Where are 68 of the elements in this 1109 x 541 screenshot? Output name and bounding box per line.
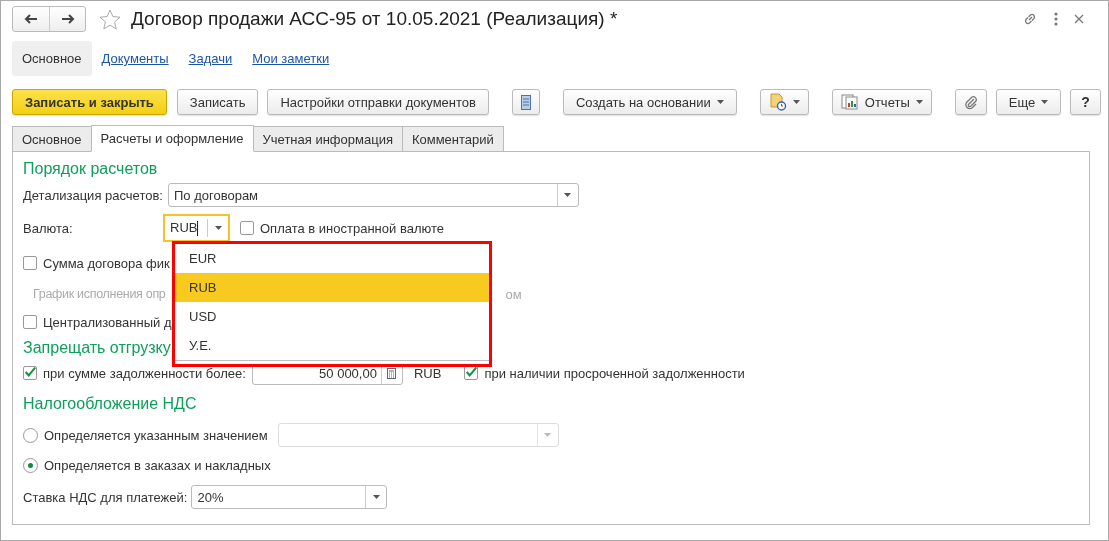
caret-icon (716, 100, 724, 104)
nav-link[interactable]: Мои заметки (242, 41, 340, 76)
nav-link[interactable]: Основное (12, 41, 92, 76)
tab[interactable]: Комментарий (401, 126, 504, 152)
window-title: Договор продажи АСС-95 от 10.05.2021 (Реализация) * (131, 8, 618, 30)
tab[interactable]: Расчеты и оформление (90, 125, 254, 152)
link-icon[interactable] (1022, 11, 1038, 27)
radio-button[interactable] (23, 427, 38, 443)
checkbox[interactable] (240, 221, 254, 235)
caret-icon (792, 100, 800, 104)
dropdown-option[interactable]: RUB (175, 273, 489, 302)
list-icon (520, 94, 531, 110)
section-heading: Налогообложение НДС (23, 394, 197, 414)
currency-field[interactable]: RUB (163, 214, 230, 242)
field-label: Ставка НДС для платежей: (23, 489, 188, 505)
schedule-label: График исполнения опр (33, 287, 166, 301)
paperclip-icon (963, 94, 978, 110)
toolbar-button[interactable]: Записать (176, 89, 259, 115)
caret-icon (1041, 100, 1049, 104)
right-arrow-icon (60, 14, 75, 24)
save-and-close-button[interactable]: Записать и закрыть (12, 89, 167, 115)
caret-icon (544, 433, 552, 437)
radio-label: Определяется в заказах и накладных (44, 457, 271, 473)
select-field[interactable]: 20% (191, 485, 388, 509)
checkbox-label: Оплата в иностранной валюте (260, 220, 444, 236)
nav-link[interactable]: Задачи (178, 41, 243, 76)
checkbox-label: Сумма договора фик (43, 255, 170, 271)
radio-button[interactable] (23, 457, 38, 473)
select-field[interactable]: По договорам (168, 183, 579, 207)
tab[interactable]: Учетная информация (252, 126, 403, 152)
menu-button[interactable]: Еще (995, 89, 1062, 115)
dropdown-option[interactable]: USD (175, 302, 489, 331)
currency-label: RUB (413, 365, 442, 381)
document-menu-button[interactable] (759, 89, 809, 115)
section-heading: Запрещать отгрузку (23, 338, 171, 358)
dropdown-option[interactable]: EUR (175, 244, 489, 273)
calculator-icon (387, 367, 397, 379)
document-clock-icon (768, 93, 787, 111)
more-icon[interactable] (1054, 12, 1058, 26)
caret-icon (214, 226, 222, 230)
caret-icon (564, 193, 572, 197)
dropdown-option[interactable]: У.Е. (175, 331, 489, 360)
toolbar-button[interactable]: Настройки отправки документов (267, 89, 489, 115)
attach-button[interactable] (954, 89, 987, 115)
field-label: Детализация расчетов: (23, 187, 163, 203)
checkbox-label: при наличии просроченной задолженности (484, 365, 745, 381)
radio-label: Определяется указанным значением (44, 427, 268, 443)
field-label: Валюта: (23, 220, 74, 236)
list-button[interactable] (511, 89, 540, 115)
checkbox-label: при сумме задолженности более: (43, 365, 246, 381)
schedule-label: ом (505, 286, 522, 302)
checkbox[interactable] (23, 366, 37, 380)
checkbox[interactable] (23, 256, 37, 270)
select-field[interactable] (277, 423, 559, 447)
caret-icon (915, 100, 923, 104)
section-heading: Порядок расчетов (23, 159, 158, 179)
checkbox-label: Централизованный д (43, 314, 172, 330)
help-button[interactable]: ? (1070, 89, 1101, 115)
reports-button[interactable]: Отчеты (831, 89, 932, 115)
report-icon (840, 94, 859, 110)
close-icon[interactable] (1074, 14, 1084, 24)
caret-icon (372, 495, 380, 499)
menu-button[interactable]: Создать на основании (562, 89, 737, 115)
star-icon[interactable] (99, 8, 121, 30)
checkbox[interactable] (23, 315, 37, 329)
tab[interactable]: Основное (12, 126, 92, 152)
nav-link[interactable]: Документы (91, 41, 179, 76)
left-arrow-icon (24, 14, 38, 24)
